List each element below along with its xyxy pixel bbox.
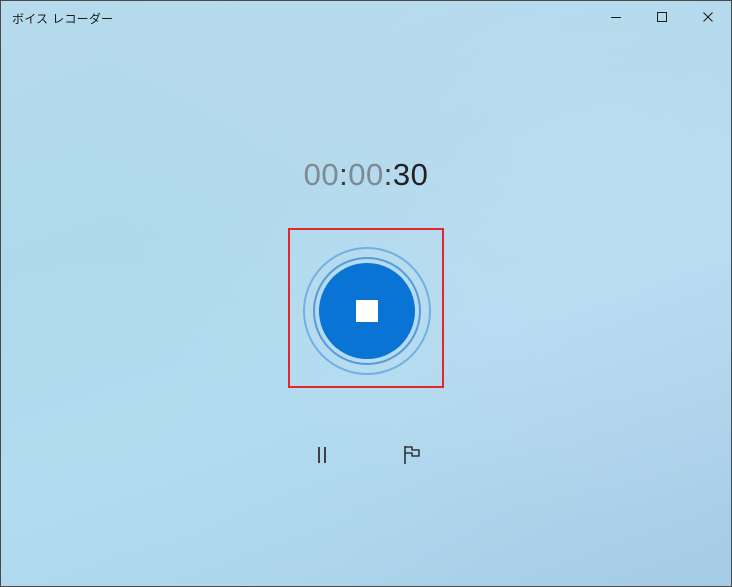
close-button[interactable] [685, 1, 731, 33]
maximize-button[interactable] [639, 1, 685, 33]
timer-seconds: 30 [392, 157, 429, 192]
recording-timer: 00:00:30 [1, 157, 731, 193]
flag-icon [404, 446, 420, 464]
title-bar[interactable]: ボイス レコーダー [1, 1, 731, 33]
stop-recording-button[interactable] [319, 263, 415, 359]
app-title: ボイス レコーダー [12, 12, 114, 26]
timer-minutes: 00 [348, 157, 384, 192]
maximize-icon [657, 12, 667, 22]
minimize-button[interactable] [593, 1, 639, 33]
voice-recorder-window: ボイス レコーダー 00:00:30 [0, 0, 732, 587]
stop-recording-control [303, 247, 431, 375]
stop-icon [356, 300, 378, 322]
close-icon [703, 12, 713, 22]
timer-hours: 00 [303, 157, 340, 192]
pause-button[interactable] [306, 439, 338, 471]
timer-separator: : [383, 157, 393, 192]
add-marker-button[interactable] [396, 439, 428, 471]
pause-icon [318, 447, 326, 463]
minimize-icon [611, 17, 621, 18]
timer-separator: : [339, 157, 349, 192]
